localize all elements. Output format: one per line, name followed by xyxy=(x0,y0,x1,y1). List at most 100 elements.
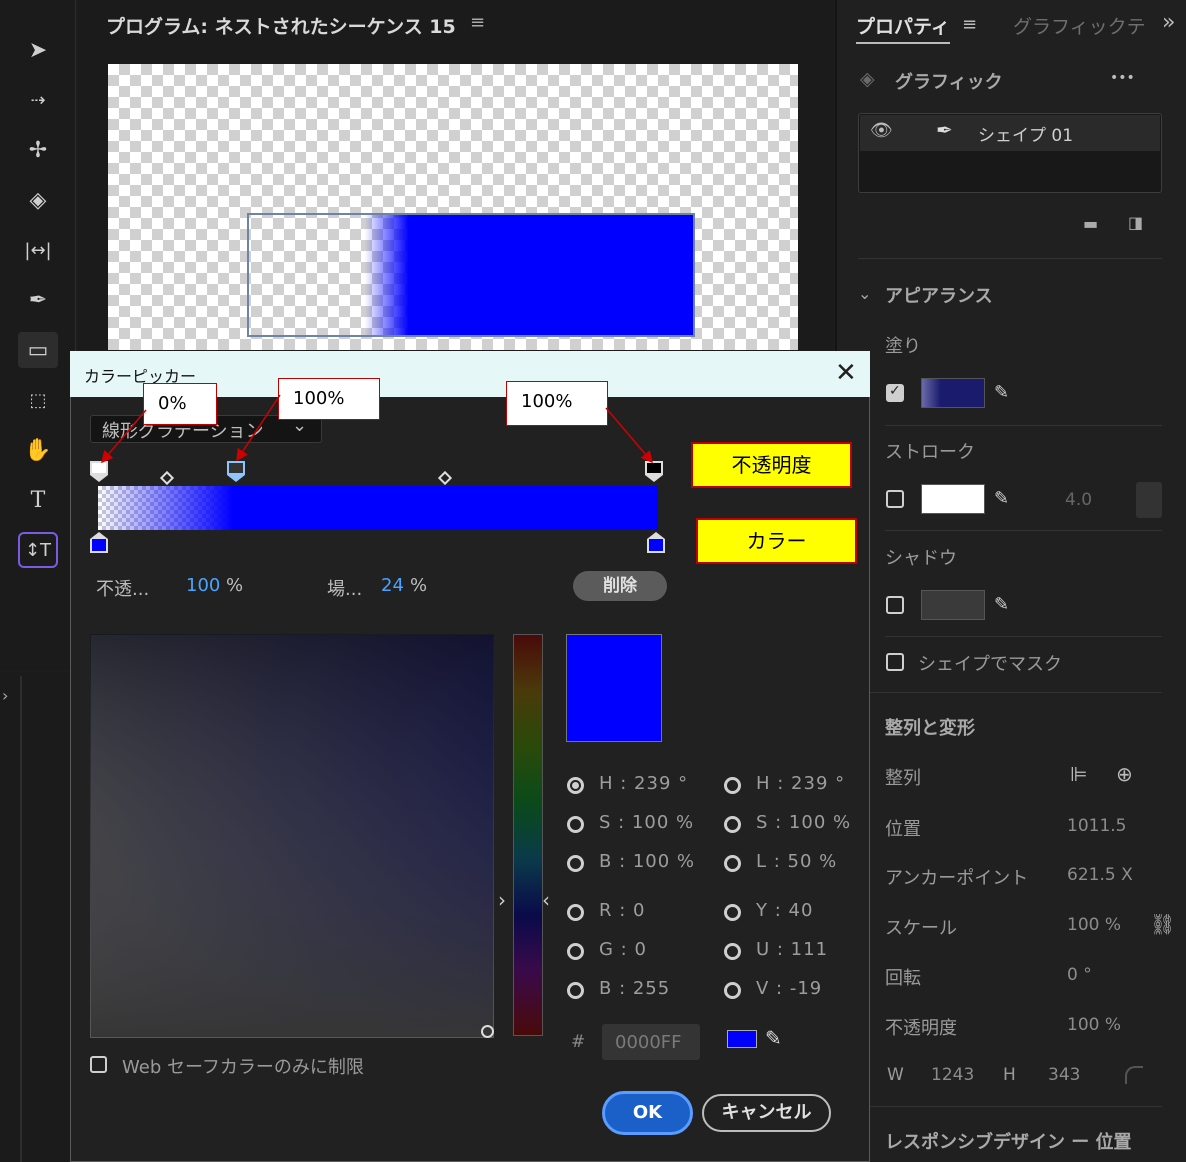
type-tool-icon[interactable]: T xyxy=(18,482,58,518)
stroke-swatch[interactable] xyxy=(921,484,985,514)
stroke-width[interactable]: 4.0 xyxy=(1065,490,1092,510)
width-value[interactable]: 1243 xyxy=(931,1065,974,1085)
stroke-style-button[interactable] xyxy=(1136,482,1162,518)
opacity-value[interactable]: 100 % xyxy=(1067,1015,1121,1035)
radio-hsl-l[interactable] xyxy=(724,855,741,872)
close-icon[interactable]: ✕ xyxy=(835,358,857,388)
y-value[interactable]: Y : 40 xyxy=(756,900,813,921)
hsl-l-value[interactable]: L : 50 % xyxy=(756,851,837,872)
u-value[interactable]: U : 111 xyxy=(756,939,828,960)
eyedropper-icon[interactable]: ✎ xyxy=(765,1026,782,1050)
align-center-icon[interactable]: ⊕ xyxy=(1116,762,1133,786)
mask-checkbox[interactable] xyxy=(886,653,904,671)
ok-button[interactable]: OK xyxy=(602,1091,693,1135)
hand-tool-icon[interactable]: ✋ xyxy=(18,432,58,468)
track-select-tool-icon[interactable]: ⇢ xyxy=(18,82,58,118)
align-left-icon[interactable]: ⊫ xyxy=(1070,762,1087,786)
color-stop-0[interactable] xyxy=(90,532,108,554)
radio-hsl-h[interactable] xyxy=(724,777,741,794)
transform-tool-icon[interactable]: ⬚ xyxy=(18,382,58,418)
pen-icon: ✒ xyxy=(936,118,953,142)
razor-tool-icon[interactable]: ◈ xyxy=(18,182,58,218)
hsb-b-value[interactable]: B : 100 % xyxy=(599,851,695,872)
more-options-icon[interactable]: ••• xyxy=(1110,70,1135,86)
hex-hash: # xyxy=(571,1032,586,1052)
delete-button[interactable]: 削除 xyxy=(573,571,667,601)
eye-icon[interactable]: 👁 xyxy=(870,120,893,141)
radio-r[interactable] xyxy=(567,904,584,921)
radio-v[interactable] xyxy=(724,982,741,999)
folder-icon[interactable]: ▬ xyxy=(1083,214,1098,233)
link-icon[interactable]: ⛓ xyxy=(1150,912,1175,936)
opacity-stop-0[interactable] xyxy=(90,461,108,482)
tools-panel: ➤ ⇢ ✢ ◈ |↔| ✒ ▭ ⬚ ✋ T ↕T xyxy=(0,0,76,670)
corner-radius-icon[interactable] xyxy=(1125,1066,1143,1084)
slip-tool-icon[interactable]: |↔| xyxy=(18,232,58,268)
chevron-down-icon[interactable]: ⌄ xyxy=(858,284,871,303)
new-layer-icon[interactable]: ◨ xyxy=(1128,213,1143,232)
expand-chevron-icon[interactable]: › xyxy=(2,686,8,705)
shadow-swatch[interactable] xyxy=(921,590,985,620)
ripple-edit-tool-icon[interactable]: ✢ xyxy=(18,132,58,168)
hsl-h-value[interactable]: H : 239 ° xyxy=(756,773,845,794)
selection-tool-icon[interactable]: ➤ xyxy=(18,32,58,68)
rectangle-tool-icon[interactable]: ▭ xyxy=(18,332,58,368)
properties-menu-icon[interactable]: ≡ xyxy=(962,14,977,35)
websafe-checkbox[interactable] xyxy=(90,1056,107,1073)
shadow-eyedropper-icon[interactable]: ✎ xyxy=(994,594,1009,615)
location-value[interactable]: 24 xyxy=(381,575,404,596)
vertical-type-tool-icon[interactable]: ↕T xyxy=(18,532,58,568)
gradient-shape[interactable] xyxy=(247,213,695,337)
overflow-icon[interactable]: » xyxy=(1162,10,1175,35)
tab-properties[interactable]: プロパティ xyxy=(856,12,950,44)
pen-tool-icon[interactable]: ✒ xyxy=(18,282,58,318)
shadow-label: シャドウ xyxy=(885,548,957,569)
stroke-eyedropper-icon[interactable]: ✎ xyxy=(994,488,1009,509)
fill-checkbox[interactable] xyxy=(886,383,904,402)
opacity-stop-mid[interactable] xyxy=(227,461,245,482)
shadow-checkbox[interactable] xyxy=(886,596,904,614)
radio-u[interactable] xyxy=(724,943,741,960)
g-value[interactable]: G : 0 xyxy=(599,939,647,960)
hex-value[interactable]: 0000FF xyxy=(615,1032,682,1053)
position-value[interactable]: 1011.5 xyxy=(1067,816,1126,836)
color-field-cursor[interactable] xyxy=(481,1025,494,1038)
tab-graphic-templates[interactable]: グラフィックテ xyxy=(1013,12,1153,39)
hue-handle-right-icon[interactable]: ‹ xyxy=(542,888,550,912)
layer-name[interactable]: シェイプ 01 xyxy=(978,121,1073,146)
opacity-stop-end[interactable] xyxy=(645,461,663,482)
callout-opacity: 不透明度 xyxy=(691,442,852,488)
stroke-checkbox[interactable] xyxy=(886,490,904,508)
height-label: H xyxy=(1003,1065,1016,1085)
hsb-h-value[interactable]: H : 239 ° xyxy=(599,773,688,794)
monitor-menu-icon[interactable]: ≡ xyxy=(470,12,485,33)
fill-label: 塗り xyxy=(885,336,921,357)
radio-b[interactable] xyxy=(567,982,584,999)
fill-eyedropper-icon[interactable]: ✎ xyxy=(994,382,1009,403)
hsb-s-value[interactable]: S : 100 % xyxy=(599,812,694,833)
b-value[interactable]: B : 255 xyxy=(599,978,670,999)
hue-slider[interactable] xyxy=(513,634,543,1036)
fill-swatch[interactable] xyxy=(921,378,985,408)
radio-hsb-s[interactable] xyxy=(567,816,584,833)
color-stop-end[interactable] xyxy=(647,532,665,554)
v-value[interactable]: V : -19 xyxy=(756,978,822,999)
scale-value[interactable]: 100 % xyxy=(1067,915,1121,935)
align-label: 整列 xyxy=(885,768,921,789)
radio-hsb-h[interactable] xyxy=(567,777,584,794)
rotation-value[interactable]: 0 ° xyxy=(1067,965,1092,985)
location-unit: % xyxy=(410,575,428,596)
radio-hsb-b[interactable] xyxy=(567,855,584,872)
opacity-value[interactable]: 100 xyxy=(186,575,220,596)
radio-y[interactable] xyxy=(724,904,741,921)
hsl-s-value[interactable]: S : 100 % xyxy=(756,812,851,833)
radio-g[interactable] xyxy=(567,943,584,960)
anchor-value[interactable]: 621.5 X xyxy=(1067,865,1133,885)
gradient-ramp[interactable] xyxy=(98,486,658,530)
cancel-button[interactable]: キャンセル xyxy=(702,1094,831,1132)
radio-hsl-s[interactable] xyxy=(724,816,741,833)
height-value[interactable]: 343 xyxy=(1048,1065,1080,1085)
r-value[interactable]: R : 0 xyxy=(599,900,645,921)
position-label: 位置 xyxy=(885,819,921,840)
hue-handle-left-icon[interactable]: › xyxy=(498,888,506,912)
